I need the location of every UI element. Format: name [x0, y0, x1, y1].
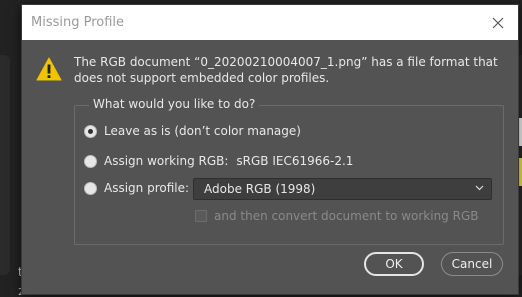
options-group: What would you like to do? Leave as is (…	[74, 97, 504, 245]
profile-dropdown[interactable]: Adobe RGB (1998)	[193, 178, 492, 200]
convert-checkbox-label: and then convert document to working RGB	[214, 209, 479, 223]
option-leave-label: Leave as is (don’t color manage)	[104, 124, 301, 138]
radio-leave-as-is[interactable]	[84, 124, 97, 138]
close-icon	[492, 17, 504, 28]
radio-assign-profile[interactable]	[84, 181, 97, 195]
working-rgb-value: sRGB IEC61966-2.1	[236, 154, 354, 168]
option-assign-working-label: Assign working RGB:	[104, 154, 229, 168]
ok-button[interactable]: OK	[364, 252, 424, 276]
option-assign-profile-label: Assign profile:	[104, 181, 190, 195]
chevron-down-icon	[475, 185, 484, 191]
close-button[interactable]	[484, 9, 512, 36]
warning-icon	[36, 57, 62, 81]
dialog-message: The RGB document “0_20200210004007_1.png…	[74, 55, 498, 85]
dialog-titlebar[interactable]: Missing Profile	[22, 5, 518, 40]
profile-dropdown-value: Adobe RGB (1998)	[204, 182, 316, 196]
convert-checkbox	[195, 210, 207, 222]
option-assign-profile[interactable]: Assign profile:	[84, 181, 189, 195]
convert-option: and then convert document to working RGB	[195, 209, 479, 223]
screen: t t 2 MONTHS AGO 2 MONTHS AGO 2 MONTHS A…	[0, 0, 522, 297]
group-label: What would you like to do?	[89, 97, 260, 111]
dialog-title: Missing Profile	[31, 15, 125, 30]
radio-assign-working-rgb[interactable]	[84, 154, 97, 168]
option-assign-working-rgb[interactable]: Assign working RGB: sRGB IEC61966-2.1	[84, 154, 353, 168]
background-card-left	[0, 55, 10, 275]
cancel-button[interactable]: Cancel	[441, 252, 503, 276]
missing-profile-dialog: Missing Profile The RGB document “0_2020…	[21, 4, 519, 295]
option-leave-as-is[interactable]: Leave as is (don’t color manage)	[84, 124, 301, 138]
